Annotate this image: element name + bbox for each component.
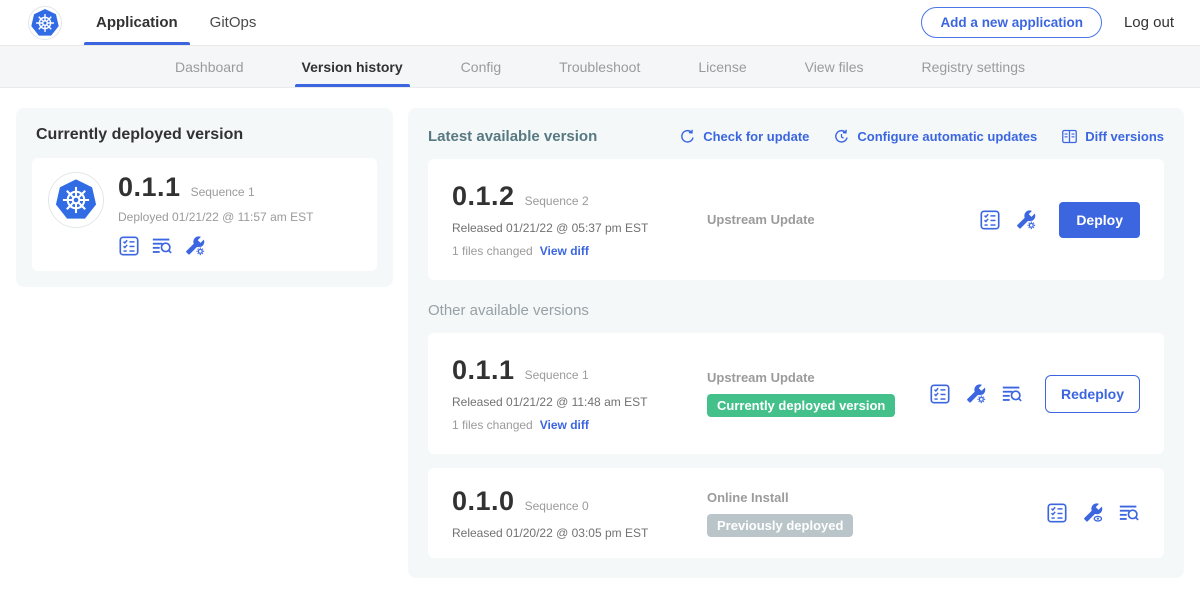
diff-icon bbox=[1061, 128, 1078, 145]
released-timestamp: Released 01/21/22 @ 05:37 pm EST bbox=[452, 221, 707, 235]
subnav-config[interactable]: Config bbox=[432, 46, 530, 87]
tab-application[interactable]: Application bbox=[80, 0, 194, 45]
edit-config-icon[interactable] bbox=[184, 235, 206, 257]
kubernetes-logo-icon bbox=[28, 6, 62, 40]
other-versions-title: Other available versions bbox=[428, 302, 1164, 319]
preflight-checks-icon[interactable] bbox=[1046, 502, 1068, 524]
edit-config-icon[interactable] bbox=[1015, 209, 1037, 231]
subnav-license[interactable]: License bbox=[669, 46, 775, 87]
preflight-checks-icon[interactable] bbox=[979, 209, 1001, 231]
subnav-troubleshoot[interactable]: Troubleshoot bbox=[530, 46, 669, 87]
deployed-card-title: Currently deployed version bbox=[36, 126, 377, 144]
configure-updates-label: Configure automatic updates bbox=[857, 129, 1037, 144]
add-application-button[interactable]: Add a new application bbox=[921, 7, 1102, 38]
released-timestamp: Released 01/21/22 @ 11:48 am EST bbox=[452, 395, 707, 409]
version-number: 0.1.1 bbox=[452, 355, 515, 386]
refresh-icon bbox=[679, 128, 696, 145]
clock-refresh-icon bbox=[833, 128, 850, 145]
diff-versions-link[interactable]: Diff versions bbox=[1061, 128, 1164, 145]
deploy-logs-icon[interactable] bbox=[1001, 383, 1023, 405]
currently-deployed-badge: Currently deployed version bbox=[707, 394, 895, 417]
deploy-button[interactable]: Deploy bbox=[1059, 202, 1140, 238]
deploy-logs-icon[interactable] bbox=[151, 235, 173, 257]
app-kubernetes-icon bbox=[48, 172, 104, 228]
version-row-0-1-2: 0.1.2 Sequence 2 Released 01/21/22 @ 05:… bbox=[428, 159, 1164, 280]
view-diff-link[interactable]: View diff bbox=[540, 418, 589, 432]
subnav-dashboard[interactable]: Dashboard bbox=[146, 46, 273, 87]
view-config-icon[interactable] bbox=[1082, 502, 1104, 524]
version-row-0-1-0: 0.1.0 Sequence 0 Released 01/20/22 @ 03:… bbox=[428, 468, 1164, 558]
currently-deployed-card: Currently deployed version 0.1.1 Sequenc… bbox=[16, 108, 393, 287]
app-logo bbox=[0, 0, 80, 45]
sequence-label: Sequence 2 bbox=[525, 194, 589, 208]
subnav-registry-settings[interactable]: Registry settings bbox=[893, 46, 1054, 87]
diff-versions-label: Diff versions bbox=[1085, 129, 1164, 144]
version-number: 0.1.0 bbox=[452, 486, 515, 517]
deployed-sequence-label: Sequence 1 bbox=[191, 185, 255, 199]
deployed-version-card: 0.1.1 Sequence 1 Deployed 01/21/22 @ 11:… bbox=[32, 158, 377, 271]
subnav-version-history[interactable]: Version history bbox=[273, 46, 432, 87]
top-tabs: Application GitOps bbox=[80, 0, 272, 45]
edit-config-icon[interactable] bbox=[965, 383, 987, 405]
version-source-label: Online Install bbox=[707, 490, 1046, 505]
check-for-update-link[interactable]: Check for update bbox=[679, 128, 809, 145]
tab-gitops[interactable]: GitOps bbox=[194, 0, 273, 45]
version-source-label: Upstream Update bbox=[707, 370, 929, 385]
latest-version-title: Latest available version bbox=[428, 128, 597, 145]
preflight-checks-icon[interactable] bbox=[118, 235, 140, 257]
version-source-label: Upstream Update bbox=[707, 212, 979, 227]
preflight-checks-icon[interactable] bbox=[929, 383, 951, 405]
main-content: Currently deployed version 0.1.1 Sequenc… bbox=[0, 88, 1200, 598]
files-changed-label: 1 files changed bbox=[452, 418, 533, 432]
deployed-version-number: 0.1.1 bbox=[118, 172, 181, 203]
top-header: Application GitOps Add a new application… bbox=[0, 0, 1200, 46]
logout-link[interactable]: Log out bbox=[1124, 14, 1174, 31]
subnav-view-files[interactable]: View files bbox=[776, 46, 893, 87]
configure-updates-link[interactable]: Configure automatic updates bbox=[833, 128, 1037, 145]
redeploy-button[interactable]: Redeploy bbox=[1045, 375, 1140, 413]
sequence-label: Sequence 1 bbox=[525, 368, 589, 382]
version-history-panel: Latest available version Check for updat… bbox=[408, 108, 1184, 578]
files-changed-label: 1 files changed bbox=[452, 244, 533, 258]
check-for-update-label: Check for update bbox=[703, 129, 809, 144]
app-subnav: Dashboard Version history Config Trouble… bbox=[0, 46, 1200, 88]
deploy-logs-icon[interactable] bbox=[1118, 502, 1140, 524]
version-number: 0.1.2 bbox=[452, 181, 515, 212]
version-row-0-1-1: 0.1.1 Sequence 1 Released 01/21/22 @ 11:… bbox=[428, 333, 1164, 454]
released-timestamp: Released 01/20/22 @ 03:05 pm EST bbox=[452, 526, 707, 540]
deployed-timestamp: Deployed 01/21/22 @ 11:57 am EST bbox=[118, 210, 313, 224]
view-diff-link[interactable]: View diff bbox=[540, 244, 589, 258]
previously-deployed-badge: Previously deployed bbox=[707, 514, 853, 537]
sequence-label: Sequence 0 bbox=[525, 499, 589, 513]
